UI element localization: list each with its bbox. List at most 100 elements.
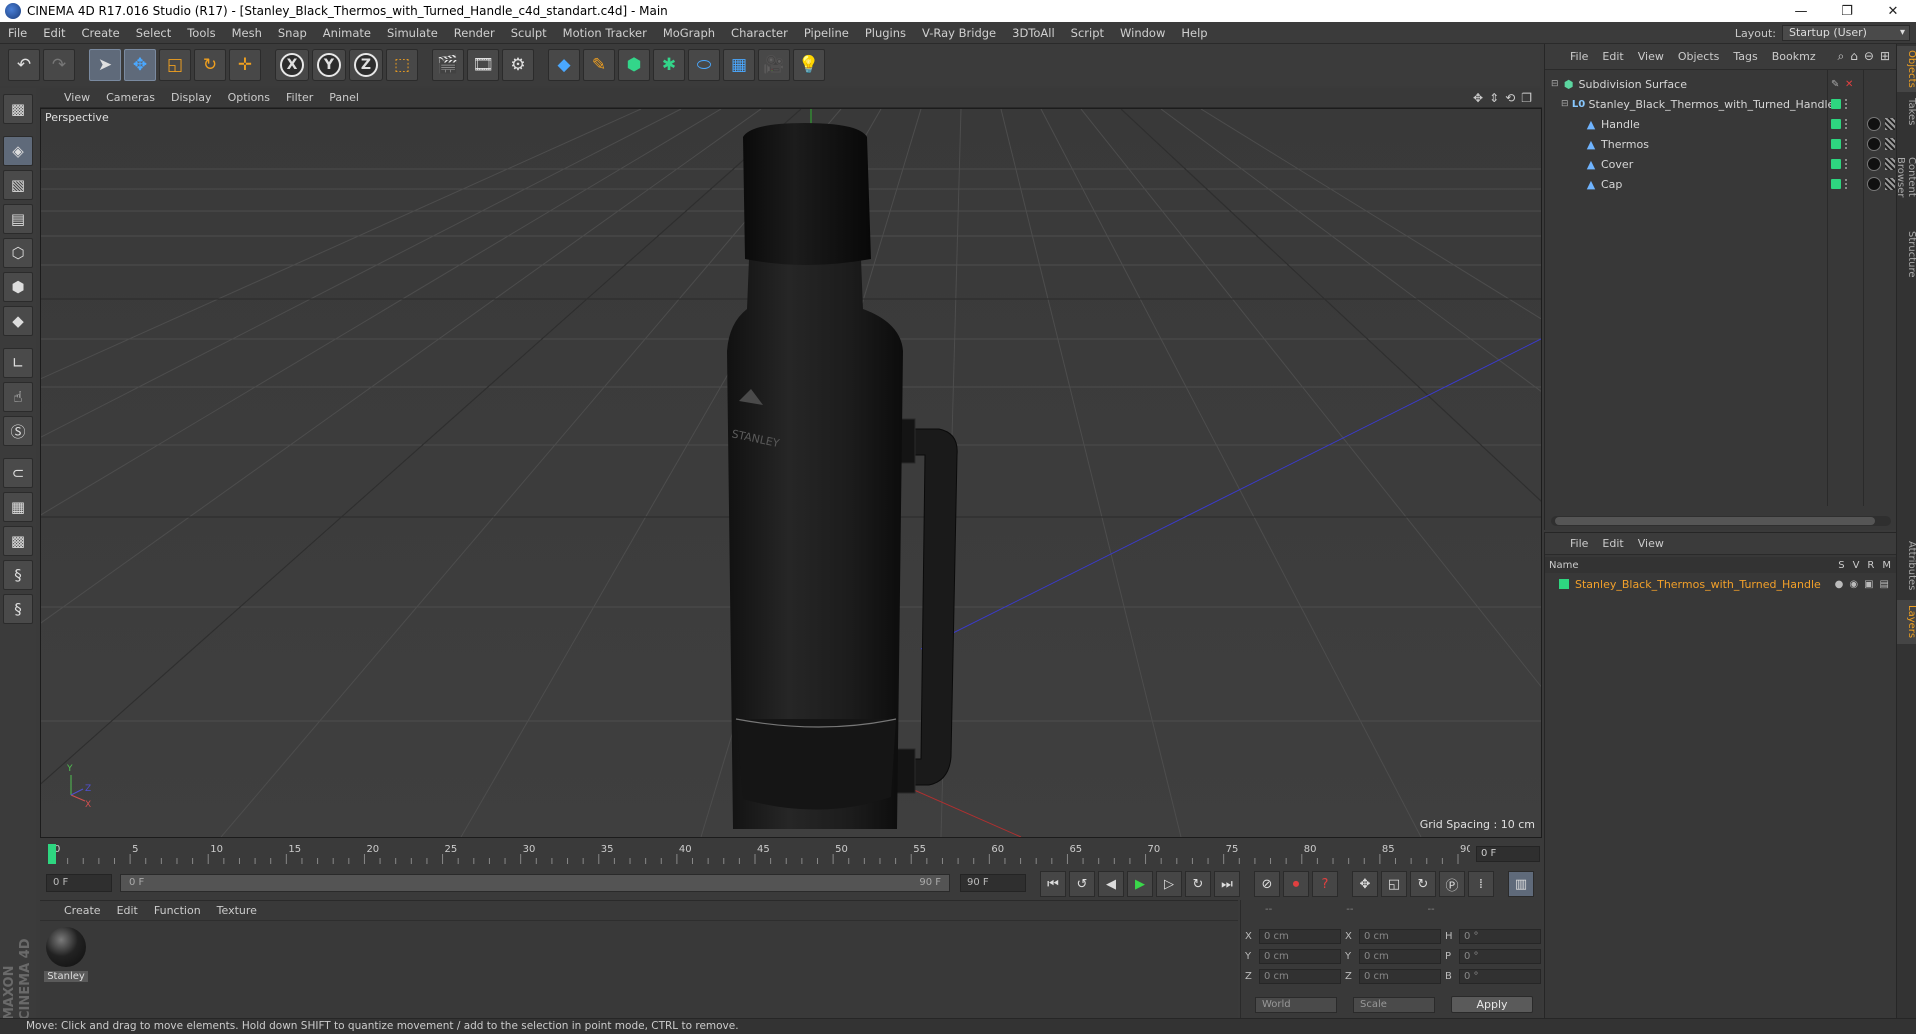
timeline-window-icon[interactable]: ▥: [1508, 871, 1534, 897]
menu-tools[interactable]: Tools: [179, 26, 223, 40]
material-menu-function[interactable]: Function: [146, 904, 209, 917]
new-window-icon[interactable]: ⊞: [1880, 49, 1890, 64]
visibility-dots-icon[interactable]: [1845, 139, 1849, 149]
visibility-dots-icon[interactable]: [1845, 99, 1849, 109]
texture-tag-icon[interactable]: [1885, 158, 1895, 170]
redo-icon[interactable]: ↷: [43, 49, 75, 81]
world-coordinate-icon[interactable]: ⬚: [386, 49, 418, 81]
material-tag-icon[interactable]: [1867, 177, 1881, 191]
object-row-subdivision-surface[interactable]: ⊟ ⬢ Subdivision Surface ✎ ✕: [1545, 74, 1897, 94]
python-console-icon[interactable]: §: [3, 594, 33, 624]
om-menu-tags[interactable]: Tags: [1726, 50, 1764, 63]
menu-mesh[interactable]: Mesh: [224, 26, 270, 40]
viewport-menu-filter[interactable]: Filter: [278, 91, 321, 104]
record-keys-icon[interactable]: ⏺: [1283, 871, 1309, 897]
subdivision-surface-icon[interactable]: ⬢: [618, 49, 650, 81]
menu-script[interactable]: Script: [1063, 26, 1112, 40]
tab-objects[interactable]: Objects: [1897, 46, 1916, 92]
disabled-x-icon[interactable]: ✕: [1845, 79, 1853, 90]
object-row-handle[interactable]: ▲ Handle: [1545, 114, 1897, 134]
edit-check-icon[interactable]: ✎: [1831, 79, 1839, 90]
layer-color-tag[interactable]: [1831, 159, 1841, 169]
motion-record-icon[interactable]: ⊘: [1254, 871, 1280, 897]
material-menu-edit[interactable]: Edit: [109, 904, 146, 917]
rotation-h-field[interactable]: 0 °: [1459, 928, 1541, 944]
y-axis-lock-icon[interactable]: Y: [312, 49, 346, 81]
tab-layers[interactable]: Layers: [1897, 600, 1916, 644]
menu-plugins[interactable]: Plugins: [857, 26, 914, 40]
tab-content-browser[interactable]: Content Browser: [1895, 132, 1916, 222]
object-row-stanley-null[interactable]: ⊟ L0 Stanley_Black_Thermos_with_Turned_H…: [1545, 94, 1897, 114]
select-arrow-icon[interactable]: ➤: [89, 49, 121, 81]
z-axis-lock-icon[interactable]: Z: [349, 49, 383, 81]
solo-toggle-icon[interactable]: ●: [1835, 579, 1844, 590]
om-menu-bookmarks[interactable]: Bookmz: [1765, 50, 1823, 63]
render-picture-viewer-icon[interactable]: 🎞: [467, 49, 499, 81]
go-to-start-icon[interactable]: ⏮: [1040, 871, 1066, 897]
go-to-end-icon[interactable]: ⏭: [1214, 871, 1240, 897]
maximize-button[interactable]: ❐: [1824, 0, 1870, 22]
layer-menu-file[interactable]: File: [1563, 537, 1595, 550]
texture-tag-icon[interactable]: [1885, 178, 1895, 190]
live-selection-icon[interactable]: ✛: [229, 49, 261, 81]
menu-character[interactable]: Character: [723, 26, 796, 40]
snapping-icon[interactable]: ⊂: [3, 458, 33, 488]
x-axis-lock-icon[interactable]: X: [275, 49, 309, 81]
material-menu-texture[interactable]: Texture: [209, 904, 265, 917]
layer-color-swatch[interactable]: [1559, 579, 1569, 589]
size-mode-select[interactable]: Scale: [1353, 996, 1435, 1013]
menu-create[interactable]: Create: [74, 26, 128, 40]
polygons-mode-icon[interactable]: ◆: [3, 306, 33, 336]
scale-tool-icon[interactable]: ◱: [159, 49, 191, 81]
object-row-cap[interactable]: ▲ Cap: [1545, 174, 1897, 194]
material-tag-icon[interactable]: [1867, 137, 1881, 151]
key-position-icon[interactable]: ✥: [1352, 871, 1378, 897]
menu-help[interactable]: Help: [1173, 26, 1215, 40]
layout-select[interactable]: Startup (User): [1782, 25, 1910, 41]
orbit-icon[interactable]: ⟲: [1505, 91, 1515, 105]
camera-icon[interactable]: 🎥: [758, 49, 790, 81]
layer-color-tag[interactable]: [1831, 119, 1841, 129]
key-parameter-icon[interactable]: Ⓟ: [1439, 871, 1465, 897]
workplane-mode-icon[interactable]: ▤: [3, 204, 33, 234]
light-icon[interactable]: 💡: [793, 49, 825, 81]
edges-mode-icon[interactable]: ⬢: [3, 272, 33, 302]
dolly-icon[interactable]: ⇕: [1489, 91, 1499, 105]
menu-motion-tracker[interactable]: Motion Tracker: [555, 26, 655, 40]
auto-keying-icon[interactable]: ?: [1312, 871, 1338, 897]
size-x-field[interactable]: 0 cm: [1359, 928, 1441, 944]
om-menu-file[interactable]: File: [1563, 50, 1595, 63]
minimize-button[interactable]: —: [1778, 0, 1824, 22]
tab-takes[interactable]: Takes: [1897, 94, 1916, 130]
collapse-toggle-icon[interactable]: ⊟: [1561, 99, 1569, 109]
lock-workplane-icon[interactable]: ▦: [3, 492, 33, 522]
object-row-thermos[interactable]: ▲ Thermos: [1545, 134, 1897, 154]
position-z-field[interactable]: 0 cm: [1259, 968, 1341, 984]
material-tag-icon[interactable]: [1867, 117, 1881, 131]
axis-mode-icon[interactable]: ∟: [3, 348, 33, 378]
key-scale-icon[interactable]: ◱: [1381, 871, 1407, 897]
render-view-icon[interactable]: 🎬: [432, 49, 464, 81]
python-script-icon[interactable]: §: [3, 560, 33, 590]
menu-select[interactable]: Select: [128, 26, 179, 40]
size-y-field[interactable]: 0 cm: [1359, 948, 1441, 964]
key-pla-icon[interactable]: ⁞: [1468, 871, 1494, 897]
floor-scene-icon[interactable]: ▦: [723, 49, 755, 81]
menu-pipeline[interactable]: Pipeline: [796, 26, 857, 40]
rotate-tool-icon[interactable]: ↻: [194, 49, 226, 81]
material-item[interactable]: Stanley: [44, 927, 88, 982]
end-frame-field[interactable]: 90 F: [960, 874, 1026, 892]
deformer-icon[interactable]: ⬭: [688, 49, 720, 81]
home-icon[interactable]: ⌂: [1850, 49, 1858, 64]
material-menu-create[interactable]: Create: [56, 904, 109, 917]
previous-frame-icon[interactable]: ◀: [1098, 871, 1124, 897]
menu-render[interactable]: Render: [446, 26, 503, 40]
visibility-dots-icon[interactable]: [1845, 179, 1849, 189]
next-frame-icon[interactable]: ▷: [1156, 871, 1182, 897]
coordinate-system-select[interactable]: World: [1255, 996, 1337, 1013]
search-icon[interactable]: ⌕: [1838, 49, 1845, 64]
tab-structure[interactable]: Structure: [1897, 224, 1916, 284]
apply-button[interactable]: Apply: [1451, 996, 1533, 1013]
cube-object-icon[interactable]: ◆: [548, 49, 580, 81]
visibility-dots-icon[interactable]: [1845, 159, 1849, 169]
